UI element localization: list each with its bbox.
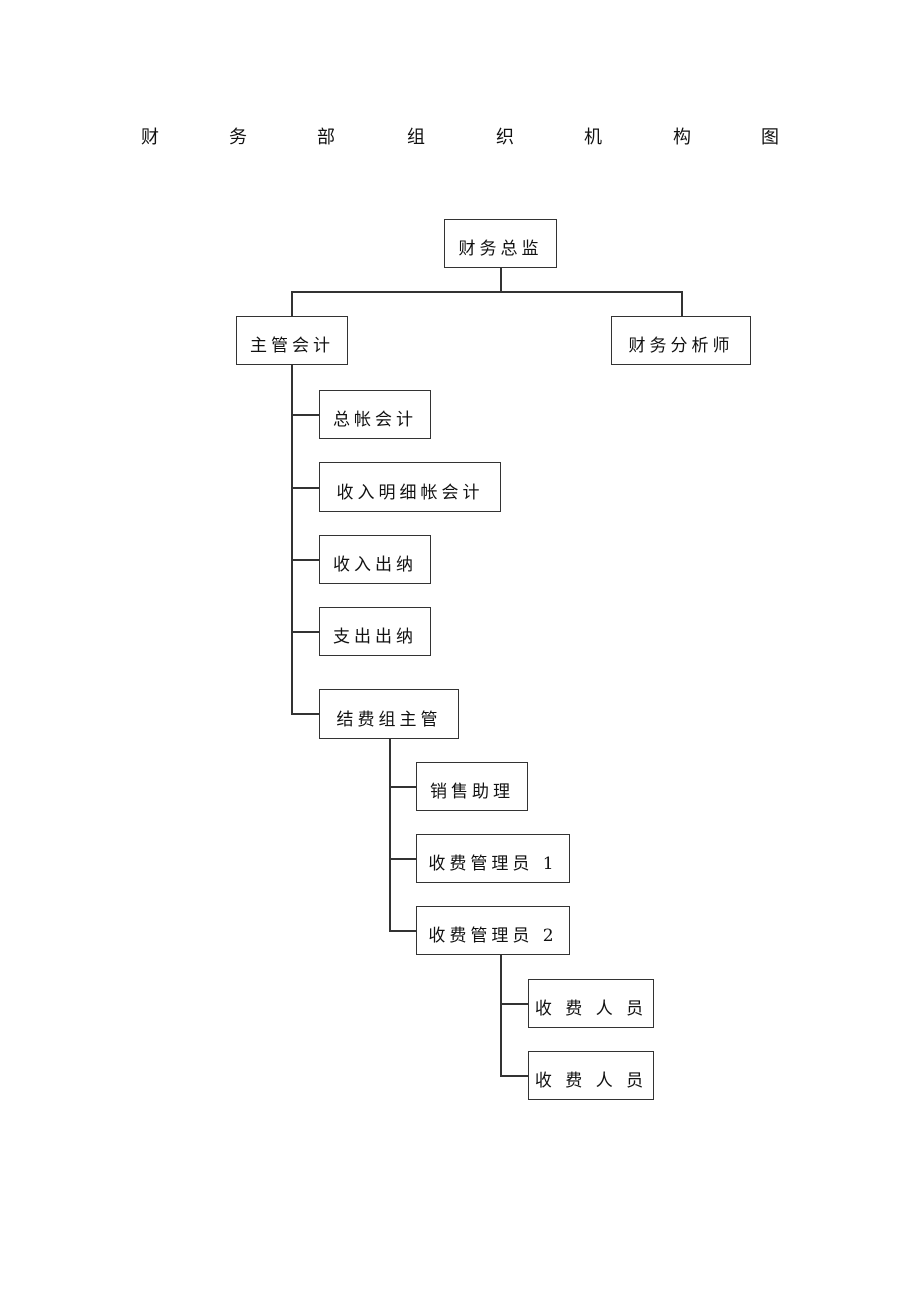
node-label: 支出出纳	[333, 627, 417, 647]
node-label: 收费管理员 2	[428, 926, 558, 946]
node-label: 结费组主管	[336, 709, 442, 730]
connector-branch	[500, 1003, 529, 1005]
title-char: 织	[496, 127, 514, 148]
connector-branch	[389, 930, 417, 932]
node-label: 收费管理员 1	[428, 854, 558, 874]
connector-level1-bar	[291, 291, 682, 293]
connector-chief-accountant-trunk	[291, 364, 293, 714]
connector-branch	[389, 786, 417, 788]
node-label: 总帐会计	[333, 410, 417, 430]
connector-billing-trunk	[389, 738, 391, 931]
connector-branch	[291, 631, 320, 633]
node-label: 收 费 人 员	[534, 999, 648, 1019]
node-sales-assistant: 销售助理	[416, 762, 528, 811]
chart-title: 财 务 部 组 织 机 构 图	[0, 126, 920, 150]
node-fee-collector-1: 收 费 人 员	[528, 979, 654, 1028]
title-char: 机	[584, 127, 602, 148]
connector-to-chief-accountant	[291, 291, 293, 317]
connector-branch	[500, 1075, 529, 1077]
title-char: 财	[141, 127, 159, 148]
node-billing-group-supervisor: 结费组主管	[319, 689, 459, 739]
node-financial-analyst: 财务分析师	[611, 316, 751, 365]
node-label: 财务分析师	[628, 336, 734, 356]
connector-branch	[291, 559, 320, 561]
node-fee-administrator-1: 收费管理员 1	[416, 834, 570, 883]
title-char: 组	[407, 127, 425, 148]
node-general-ledger-accountant: 总帐会计	[319, 390, 431, 439]
connector-branch	[291, 414, 320, 416]
title-char: 务	[229, 127, 247, 148]
node-chief-accountant: 主管会计	[236, 316, 348, 365]
connector-branch	[291, 713, 320, 715]
node-fee-collector-2: 收 费 人 员	[528, 1051, 654, 1100]
connector-admin2-trunk	[500, 955, 502, 1076]
node-cfo: 财务总监	[444, 219, 557, 268]
connector-to-analyst	[681, 291, 683, 317]
node-income-cashier: 收入出纳	[319, 535, 431, 584]
connector-branch	[389, 858, 417, 860]
connector-branch	[291, 487, 320, 489]
connector-cfo-down	[500, 268, 502, 292]
node-label: 主管会计	[250, 336, 334, 356]
node-expense-cashier: 支出出纳	[319, 607, 431, 656]
title-char: 部	[317, 127, 335, 148]
node-label: 收入出纳	[333, 555, 417, 575]
node-label: 销售助理	[430, 782, 514, 802]
node-label: 财务总监	[458, 239, 543, 259]
node-income-detail-accountant: 收入明细帐会计	[319, 462, 501, 512]
title-char: 构	[673, 127, 691, 148]
title-char: 图	[761, 127, 779, 148]
node-fee-administrator-2: 收费管理员 2	[416, 906, 570, 955]
node-label: 收入明细帐会计	[336, 482, 484, 503]
node-label: 收 费 人 员	[534, 1071, 648, 1091]
